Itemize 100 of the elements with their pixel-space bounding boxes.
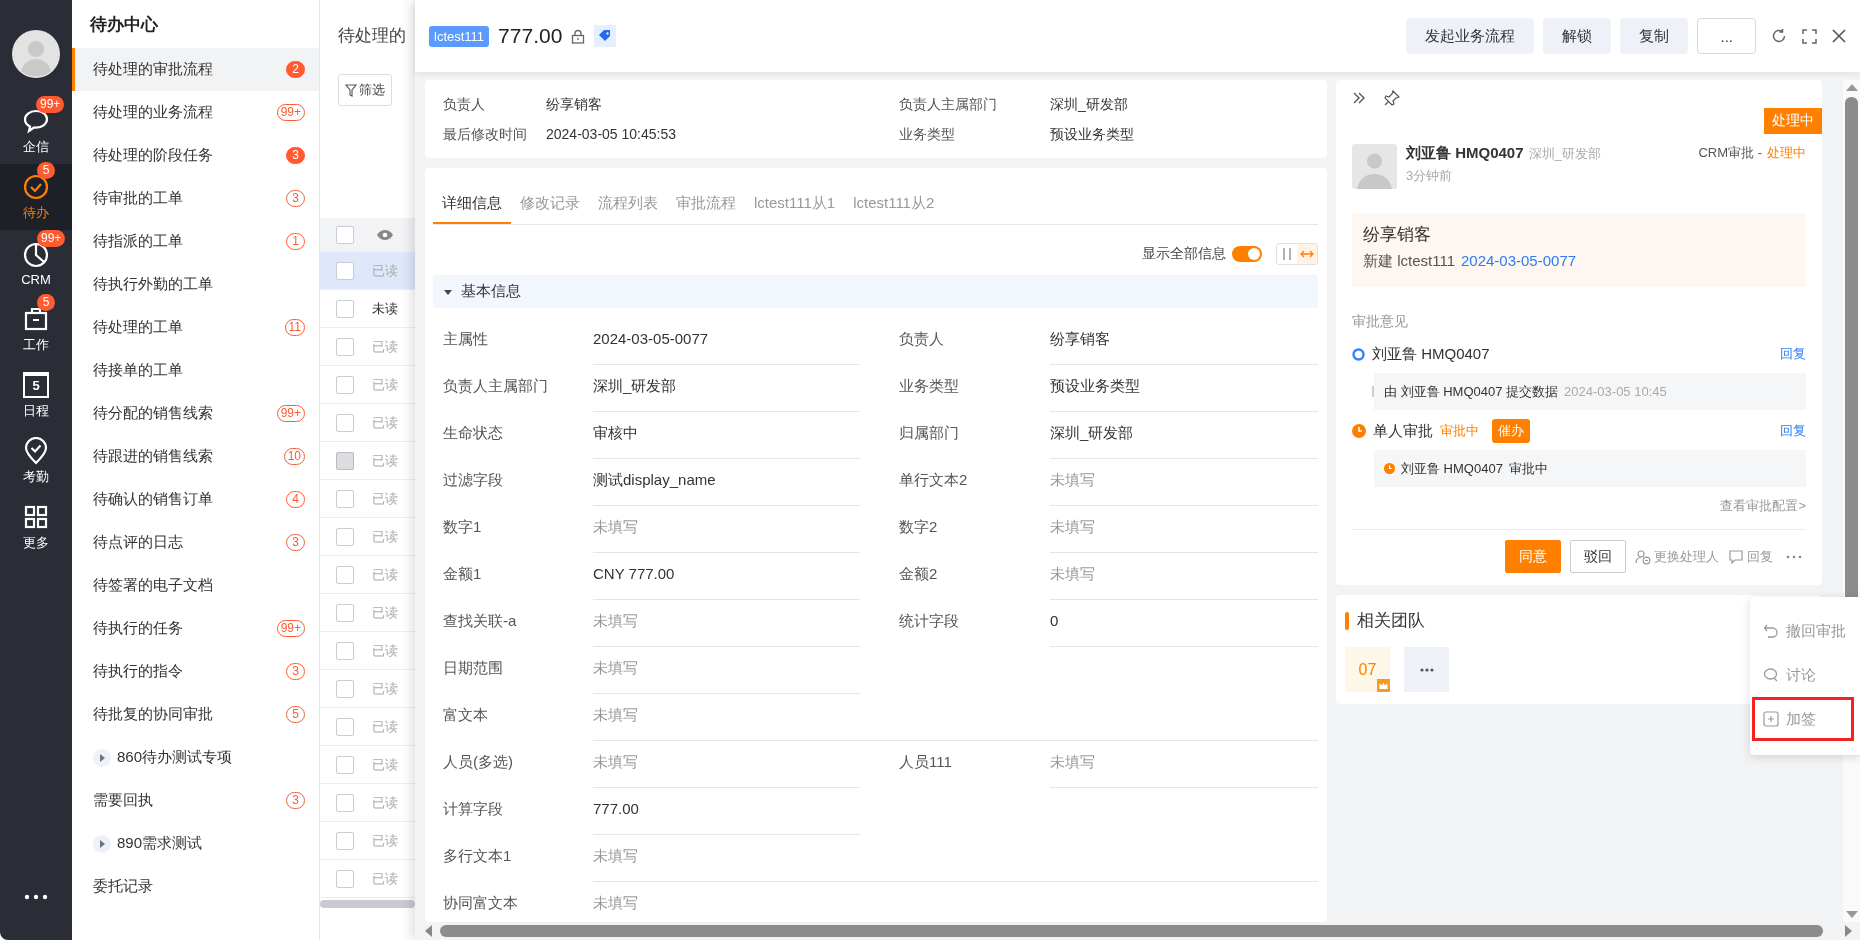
read-status: 已读: [372, 755, 398, 774]
checkbox[interactable]: [336, 603, 354, 622]
sidebar-item[interactable]: 待处理的阶段任务 3: [72, 134, 319, 177]
checkbox[interactable]: [336, 226, 354, 244]
avatar-icon[interactable]: [12, 30, 60, 78]
checkbox[interactable]: [336, 641, 354, 660]
expand-icon[interactable]: [93, 748, 111, 767]
sidebar-item[interactable]: 待分配的销售线索 99+: [72, 392, 319, 435]
scrollbar-thumb[interactable]: [320, 900, 415, 908]
scrollbar-thumb[interactable]: [440, 925, 1823, 937]
rail-item[interactable]: 99+ 企信: [0, 98, 72, 164]
scroll-left-icon[interactable]: [425, 925, 432, 937]
checkbox[interactable]: [336, 755, 354, 774]
sidebar-item[interactable]: 需要回执 3: [72, 779, 319, 822]
header-button[interactable]: 发起业务流程: [1406, 18, 1535, 54]
checkbox[interactable]: [336, 793, 354, 812]
checkbox[interactable]: [336, 869, 354, 888]
field-label: 负责人: [899, 329, 945, 349]
checkbox[interactable]: [336, 489, 354, 508]
read-status: 已读: [372, 831, 398, 850]
checkbox[interactable]: [336, 679, 354, 698]
refresh-icon[interactable]: [1771, 28, 1787, 44]
speech-bubble-icon: [1763, 667, 1779, 683]
sidebar-item[interactable]: 待确认的销售订单 4: [72, 478, 319, 521]
item-label: 待处理的审批流程: [93, 60, 214, 79]
rail-item[interactable]: 5 日程: [0, 362, 72, 428]
field-label: 人员(多选): [443, 752, 514, 772]
reply-link[interactable]: 回复: [1780, 422, 1806, 440]
record-link[interactable]: 2024-03-05-0077: [1461, 252, 1577, 271]
header-button[interactable]: 复制: [1620, 18, 1689, 54]
filter-button[interactable]: 筛选: [338, 74, 392, 106]
read-status: 已读: [372, 869, 398, 888]
header-button[interactable]: ...: [1697, 18, 1756, 54]
collapse-icon[interactable]: [1352, 92, 1366, 104]
scroll-right-icon[interactable]: [1845, 925, 1852, 937]
sidebar-item[interactable]: 待点评的日志 3: [72, 521, 319, 564]
reply-link[interactable]: 回复: [1780, 345, 1806, 363]
checkbox[interactable]: [336, 527, 354, 546]
stretch-icon[interactable]: [1297, 244, 1317, 264]
rail-item[interactable]: 5 工作: [0, 296, 72, 362]
sidebar-item[interactable]: 待跟进的销售线索 10: [72, 435, 319, 478]
rail-item[interactable]: 5 待办: [0, 164, 72, 230]
item-label: 待点评的日志: [93, 533, 184, 552]
field-value: 预设业务类型: [1050, 126, 1135, 144]
sidebar-item[interactable]: 待处理的审批流程 2: [72, 48, 319, 91]
field-label: 协同富文本: [443, 893, 519, 913]
tab[interactable]: 详细信息: [433, 188, 511, 224]
accent-bar: [1345, 611, 1349, 630]
scroll-up-icon[interactable]: [1845, 84, 1858, 91]
checkbox[interactable]: [336, 831, 354, 850]
pin-icon[interactable]: [1384, 90, 1400, 106]
checkbox[interactable]: [336, 413, 354, 432]
rail-label: 企信: [23, 138, 49, 156]
rail-item[interactable]: 99+ CRM: [0, 230, 72, 296]
field-value: 未填写: [593, 516, 860, 553]
undo-icon: [1763, 623, 1779, 639]
table-row[interactable]: 未读: [320, 290, 415, 328]
sidebar-item[interactable]: 待接单的工单: [72, 349, 319, 392]
sidebar-item[interactable]: 待执行的指令 3: [72, 650, 319, 693]
sidebar-item[interactable]: 待签署的电子文档: [72, 564, 319, 607]
tag-icon[interactable]: [594, 25, 617, 47]
field-value: 预设业务类型: [1050, 375, 1318, 412]
sidebar-item[interactable]: 委托记录: [72, 865, 319, 908]
sidebar-item[interactable]: 待批复的协同审批 5: [72, 693, 319, 736]
more-icon[interactable]: [24, 894, 48, 900]
sidebar-item[interactable]: 890需求测试: [72, 822, 319, 865]
checkbox[interactable]: [336, 565, 354, 584]
sidebar-item[interactable]: 待指派的工单 1: [72, 220, 319, 263]
header-button[interactable]: 解锁: [1543, 18, 1612, 54]
sidebar-item[interactable]: 待处理的业务流程 99+: [72, 91, 319, 134]
expand-icon[interactable]: [93, 834, 111, 853]
field-value: 0: [1050, 610, 1318, 647]
sidebar-item[interactable]: 待审批的工单 3: [72, 177, 319, 220]
location-check-icon: [23, 437, 49, 465]
sidebar-item[interactable]: 待处理的工单 11: [72, 306, 319, 349]
scroll-down-icon[interactable]: [1845, 911, 1858, 918]
checkbox[interactable]: [336, 337, 354, 356]
checkbox[interactable]: [336, 375, 354, 394]
count-badge: 5: [37, 162, 55, 179]
more-members-button[interactable]: [1404, 647, 1449, 692]
checkbox[interactable]: [336, 717, 354, 736]
item-label: 待指派的工单: [93, 232, 184, 251]
read-status: 已读: [372, 489, 398, 508]
read-status: 已读: [372, 717, 398, 736]
checkbox[interactable]: [336, 261, 354, 280]
field-value: 2024-03-05 10:45:53: [546, 126, 677, 144]
sidebar-item[interactable]: 待执行外勤的工单: [72, 263, 319, 306]
reject-button[interactable]: 驳回: [1570, 540, 1626, 573]
read-status: 已读: [372, 565, 398, 584]
close-icon[interactable]: [1832, 29, 1846, 43]
rail-item[interactable]: 考勤: [0, 428, 72, 494]
toggle-switch[interactable]: [1232, 246, 1262, 262]
section-header[interactable]: 基本信息: [433, 275, 1318, 308]
fullscreen-icon[interactable]: [1802, 28, 1817, 44]
sidebar-item[interactable]: 860待办测试专项: [72, 736, 319, 779]
checkbox[interactable]: [336, 299, 354, 318]
sidebar-item[interactable]: 待执行的任务 99+: [72, 607, 319, 650]
record-title: 777.00: [498, 24, 563, 48]
field-label: 统计字段: [899, 611, 960, 631]
rail-item[interactable]: 更多: [0, 494, 72, 560]
